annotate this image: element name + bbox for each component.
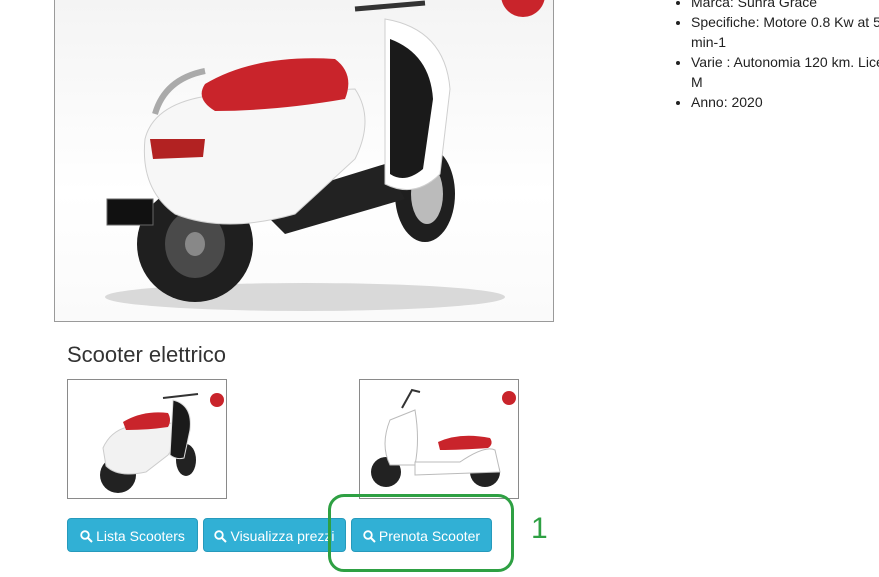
scooter-thumbnail-side (371, 388, 516, 487)
thumbnail-side-view[interactable] (359, 379, 519, 499)
main-product-image (54, 0, 554, 322)
annotation-highlight-box (328, 494, 514, 572)
spec-brand: Marca: Sunra Grace (691, 0, 879, 12)
thumbnail-rear-view[interactable] (67, 379, 227, 499)
view-prices-button[interactable]: Visualizza prezzi (203, 518, 346, 552)
list-scooters-label: Lista Scooters (96, 528, 185, 544)
gallery-title: Scooter elettrico (67, 342, 226, 367)
spec-misc: Varie : Autonomia 120 km. Lice M (691, 52, 879, 92)
annotation-number: 1 (531, 512, 548, 545)
list-scooters-button[interactable]: Lista Scooters (67, 518, 198, 552)
search-icon (80, 522, 93, 551)
scooter-specs: Marca: Sunra Grace Specifiche: Motore 0.… (673, 0, 879, 112)
scooter-rear-view-illustration (105, 0, 545, 311)
scooter-thumbnail-rear (100, 393, 224, 493)
view-prices-label: Visualizza prezzi (230, 528, 335, 544)
specs-list: Marca: Sunra Grace Specifiche: Motore 0.… (673, 0, 879, 112)
spec-year: Anno: 2020 (691, 92, 879, 112)
spec-specifications: Specifiche: Motore 0.8 Kw at 5 min-1 (691, 12, 879, 52)
search-icon (214, 522, 228, 551)
